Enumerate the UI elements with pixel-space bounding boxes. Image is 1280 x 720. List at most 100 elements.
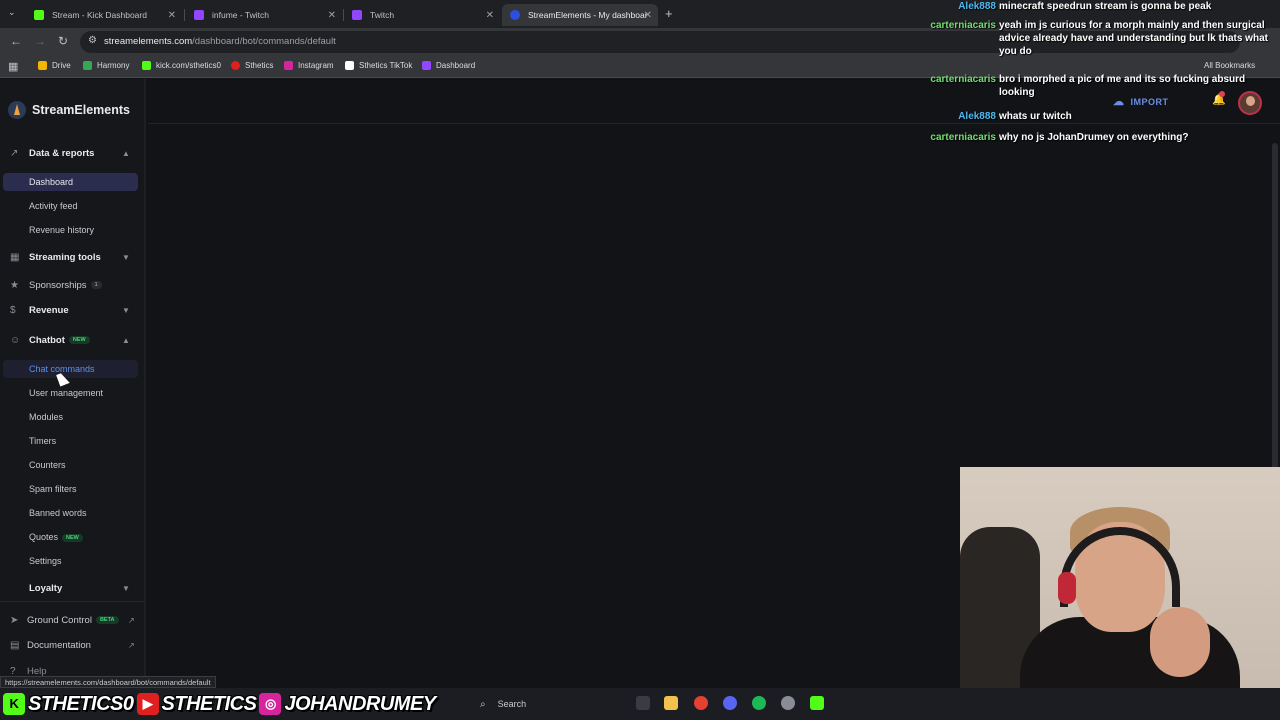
taskbar-search[interactable]: ⌕ Search: [480, 693, 620, 715]
tab-streamelements[interactable]: StreamElements - My dashboar ✕: [502, 4, 658, 26]
new-tab-button[interactable]: +: [665, 6, 673, 21]
chevron-down-icon: ▼: [122, 583, 130, 593]
chat-username: carterniacaris: [930, 20, 996, 31]
chevron-up-icon: ▲: [122, 335, 130, 345]
external-link-icon: ↗: [128, 615, 135, 625]
sidebar-item-modules[interactable]: Modules: [29, 412, 63, 422]
sidebar-item-banned-words[interactable]: Banned words: [29, 508, 87, 518]
chat-username: Alek888: [958, 111, 996, 122]
search-icon: ⌕: [480, 698, 486, 710]
reload-icon[interactable]: ↻: [58, 34, 68, 48]
close-tab-icon[interactable]: ✕: [168, 10, 176, 21]
sidebar-section-loyalty[interactable]: Loyalty ▼: [0, 578, 146, 598]
sidebar-section-streaming-tools[interactable]: ▦ Streaming tools ▼: [0, 247, 146, 267]
twitch-favicon-icon: [352, 10, 362, 20]
sidebar-item-spam-filters[interactable]: Spam filters: [29, 484, 77, 494]
bookmark-drive[interactable]: Drive: [38, 61, 71, 70]
site-info-icon[interactable]: ⚙: [88, 35, 97, 46]
scrollbar[interactable]: [1272, 143, 1278, 473]
all-bookmarks[interactable]: All Bookmarks: [1204, 61, 1255, 70]
chat-text: why no js JohanDrumey on everything?: [999, 132, 1189, 143]
tab-search-icon[interactable]: ⌄: [8, 7, 16, 18]
chrome-icon[interactable]: [694, 696, 708, 710]
apps-grid-icon[interactable]: ▦: [8, 60, 18, 73]
tab-kick-dashboard[interactable]: Stream - Kick Dashboard ✕: [26, 4, 182, 26]
sidebar-item-ground-control[interactable]: ➤ Ground Control BETA ↗: [0, 610, 146, 630]
kick-app-icon[interactable]: [810, 696, 824, 710]
tiktok-icon: [345, 61, 354, 70]
kick-icon: [142, 61, 151, 70]
sidebar-item-chat-commands[interactable]: Chat commands: [3, 360, 138, 378]
sidebar-item-quotes[interactable]: Quotes NEW: [29, 532, 83, 542]
bookmark-harmony[interactable]: Harmony: [83, 61, 129, 70]
sidebar-item-documentation[interactable]: ▤ Documentation ↗: [0, 635, 146, 655]
file-explorer-icon[interactable]: [664, 696, 678, 710]
chevron-down-icon: ▼: [122, 252, 130, 262]
close-tab-icon[interactable]: ✕: [486, 10, 494, 21]
back-arrow-icon[interactable]: ←: [10, 34, 22, 48]
sponsorships-count-badge: 1: [90, 280, 102, 289]
streamelements-logo-icon: [8, 101, 26, 119]
harmony-icon: [83, 61, 92, 70]
sidebar-item-sponsorships[interactable]: ★ Sponsorships 1: [0, 275, 146, 295]
new-badge: NEW: [62, 533, 83, 542]
close-tab-icon[interactable]: ✕: [644, 10, 652, 21]
socials-banner: K STHETICS0 ▶ STHETICS ◎ JOHANDRUMEY: [0, 690, 436, 718]
sidebar-section-revenue[interactable]: $ Revenue ▼: [0, 300, 146, 320]
bookmark-kick[interactable]: kick.com/sthetics0: [142, 61, 221, 70]
link-status-url: https://streamelements.com/dashboard/bot…: [0, 676, 216, 688]
chat-username: carterniacaris: [930, 74, 996, 85]
bookmark-sthetics[interactable]: Sthetics: [231, 61, 273, 70]
tab-twitch[interactable]: Twitch ✕: [344, 4, 500, 26]
sidebar-section-chatbot[interactable]: ☺ Chatbot NEW ▲: [0, 330, 146, 350]
task-view-icon[interactable]: [636, 696, 650, 710]
sidebar-item-dashboard[interactable]: Dashboard: [3, 173, 138, 191]
dollar-icon: $: [10, 304, 16, 316]
header-divider: [148, 123, 1280, 124]
bookmark-instagram[interactable]: Instagram: [284, 61, 334, 70]
tab-title: infume - Twitch: [212, 10, 270, 20]
help-icon: ?: [10, 665, 16, 677]
twitch-favicon-icon: [194, 10, 204, 20]
close-tab-icon[interactable]: ✕: [328, 10, 336, 21]
tab-title: Twitch: [370, 10, 395, 20]
forward-arrow-icon[interactable]: →: [34, 34, 46, 48]
sidebar-item-revenue-history[interactable]: Revenue history: [29, 225, 94, 235]
sidebar-item-activity-feed[interactable]: Activity feed: [29, 201, 78, 211]
sidebar-item-settings[interactable]: Settings: [29, 556, 62, 566]
streamelements-favicon-icon: [510, 10, 520, 20]
rocket-icon: ➤: [10, 614, 19, 626]
discord-icon[interactable]: [723, 696, 737, 710]
chat-username: carterniacaris: [930, 132, 996, 143]
chat-text: bro i morphed a pic of me and its so fuc…: [999, 74, 1246, 98]
sidebar: StreamElements ↗ Data & reports ▲ Dashbo…: [0, 79, 146, 688]
kick-logo-icon: K: [3, 693, 25, 715]
grid-icon: ▦: [10, 251, 20, 263]
youtube-icon: [231, 61, 240, 70]
instagram-logo-icon: ◎: [259, 693, 282, 715]
youtube-logo-icon: ▶: [136, 693, 159, 715]
bookmark-dashboard[interactable]: Dashboard: [422, 61, 475, 70]
chevron-up-icon: ▲: [122, 148, 130, 158]
sidebar-item-user-management[interactable]: User management: [29, 388, 103, 398]
robot-icon: ☺: [10, 334, 21, 346]
kick-favicon-icon: [34, 10, 44, 20]
beta-badge: BETA: [95, 615, 119, 624]
new-badge: NEW: [68, 335, 90, 344]
bookmark-tiktok[interactable]: Sthetics TikTok: [345, 61, 412, 70]
sidebar-item-timers[interactable]: Timers: [29, 436, 56, 446]
sidebar-section-data-reports[interactable]: ↗ Data & reports ▲: [0, 143, 146, 163]
chart-icon: ↗: [10, 147, 19, 159]
chat-username: Alek888: [958, 1, 996, 12]
drive-icon: [38, 61, 47, 70]
obs-icon[interactable]: [781, 696, 795, 710]
tab-title: Stream - Kick Dashboard: [52, 10, 147, 20]
tab-title: StreamElements - My dashboar: [528, 10, 648, 20]
sidebar-item-counters[interactable]: Counters: [29, 460, 66, 470]
chat-text: whats ur twitch: [999, 111, 1072, 122]
chat-text: minecraft speedrun stream is gonna be pe…: [999, 1, 1212, 12]
streamelements-logo[interactable]: StreamElements: [8, 101, 130, 119]
tab-infume-twitch[interactable]: infume - Twitch ✕: [186, 4, 342, 26]
twitch-icon: [422, 61, 431, 70]
spotify-icon[interactable]: [752, 696, 766, 710]
